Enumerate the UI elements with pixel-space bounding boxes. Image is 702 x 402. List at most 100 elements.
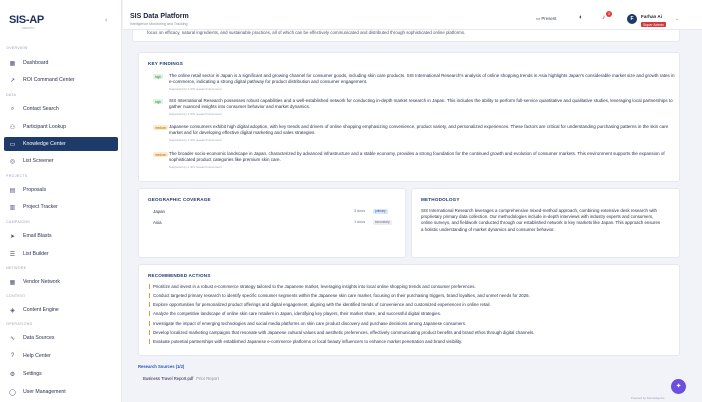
action-text: Evaluate potential partnerships with est… xyxy=(153,339,463,344)
sidebar-item-contact-search[interactable]: ⌕ Contact Search xyxy=(4,102,118,116)
sidebar-item-label: List Builder xyxy=(23,251,49,257)
recommended-heading: RECOMMENDED ACTIONS xyxy=(148,273,211,278)
section-network: NETWORK xyxy=(6,266,27,270)
sidebar-item-label: Email Blasts xyxy=(23,233,52,239)
tag-icon: ◈ xyxy=(10,307,15,314)
trend-icon: ↗ xyxy=(9,77,16,84)
action-text: Conduct targeted primary research to ide… xyxy=(153,293,530,298)
source-row[interactable]: Business Travel Report.pdf Prior Report xyxy=(143,376,219,381)
action-marker xyxy=(149,311,150,316)
dashboard-icon: ▦ xyxy=(9,60,16,67)
action-item: Analyze the competitive landscape of onl… xyxy=(149,311,673,316)
notification-bell-icon[interactable]: ♪ xyxy=(602,14,606,21)
geo-tag: secondary xyxy=(373,219,392,225)
sidebar-item-roi[interactable]: ↗ ROI Command Center xyxy=(4,73,118,87)
sidebar-item-content-engine[interactable]: ◈ Content Engine xyxy=(4,303,118,317)
action-text: Investigate the impact of emerging techn… xyxy=(153,321,467,326)
methodology-heading: METHODOLOGY xyxy=(421,197,460,202)
sidebar-item-list-builder[interactable]: ☰ List Builder xyxy=(4,247,118,261)
sidebar-item-label: Vendor Network xyxy=(23,279,60,285)
action-item: Develop localized marketing campaigns th… xyxy=(149,330,673,335)
document-icon: ▤ xyxy=(9,187,16,194)
geographic-coverage-card: GEOGRAPHIC COVERAGE Japan 3 docs primary… xyxy=(138,188,406,258)
sidebar-item-label: Help Center xyxy=(23,353,51,359)
sidebar-item-data-sources[interactable]: ∿ Data Sources xyxy=(4,331,118,345)
send-icon: ➤ xyxy=(9,233,16,240)
chat-icon[interactable]: ✦ xyxy=(671,379,686,394)
geo-tag: primary xyxy=(373,208,388,214)
sidebar-item-label: User Management xyxy=(23,389,66,395)
user-name[interactable]: Farhan Ai xyxy=(641,14,662,19)
sidebar-item-dashboard[interactable]: ▦ Dashboard xyxy=(4,56,118,70)
sidebar-item-participant-lookup[interactable]: ⚇ Participant Lookup xyxy=(4,120,118,134)
filter-icon: ◎ xyxy=(9,158,16,165)
action-text: Prioritize and invest in a robust e-comm… xyxy=(153,284,476,289)
sidebar-item-label: Settings xyxy=(23,371,42,377)
section-overview: OVERVIEW xyxy=(6,46,28,50)
action-item: Evaluate potential partnerships with est… xyxy=(149,339,673,344)
action-text: Explore opportunities for personalized p… xyxy=(153,302,491,307)
chevron-down-icon[interactable]: ⌄ xyxy=(675,16,679,22)
geo-name: Japan xyxy=(153,209,165,214)
collapse-sidebar-icon[interactable]: ‹ xyxy=(105,17,107,24)
key-findings-card: KEY FINDINGS high The online retail sect… xyxy=(138,52,680,182)
user-icon: ◯ xyxy=(9,389,16,396)
sidebar-item-list-screener[interactable]: ◎ List Screener xyxy=(4,154,118,168)
sidebar-item-knowledge-center[interactable]: ▭ Knowledge Center xyxy=(4,137,118,151)
action-text: Analyze the competitive landscape of onl… xyxy=(153,311,441,316)
finding-text: Japanese consumers exhibit high digital … xyxy=(169,124,669,136)
action-marker xyxy=(149,321,150,326)
building-icon: ▦ xyxy=(9,279,16,286)
sidebar-item-label: Proposals xyxy=(23,187,47,193)
geo-row: Japan 3 docs primary xyxy=(153,208,398,218)
recommended-actions-card: RECOMMENDED ACTIONS Prioritize and inves… xyxy=(138,264,680,356)
action-item: Prioritize and invest in a robust e-comm… xyxy=(149,284,673,289)
list-icon: ☰ xyxy=(9,251,16,258)
sidebar-item-label: Content Engine xyxy=(23,307,59,313)
action-marker xyxy=(149,302,150,307)
sidebar-item-label: ROI Command Center xyxy=(23,77,75,83)
sidebar-item-label: Knowledge Center xyxy=(23,141,66,147)
sidebar-item-label: Data Sources xyxy=(23,335,55,341)
present-button[interactable]: ▭ Present xyxy=(536,16,557,22)
section-campaigns: CAMPAIGNS xyxy=(6,220,30,224)
research-sources-heading[interactable]: Research Sources (1/2) xyxy=(138,364,184,369)
sidebar-item-help-center[interactable]: ? Help Center xyxy=(4,349,118,363)
priority-badge: high xyxy=(153,74,164,79)
sidebar-item-project-tracker[interactable]: ▥ Project Tracker xyxy=(4,200,118,214)
page-title: SIS Data Platform xyxy=(130,13,189,20)
help-icon: ? xyxy=(10,353,15,359)
finding-item: high The online retail sector in Japan i… xyxy=(153,73,675,97)
section-projects: PROJECTS xyxy=(6,174,28,178)
geo-row: Asia 1 docs secondary xyxy=(153,219,398,229)
action-marker xyxy=(149,339,150,344)
action-item: Investigate the impact of emerging techn… xyxy=(149,321,673,326)
sidebar-item-label: Participant Lookup xyxy=(23,124,66,130)
finding-item: high SIS International Research possesse… xyxy=(153,98,675,122)
sidebar-item-proposals[interactable]: ▤ Proposals xyxy=(4,183,118,197)
sidebar-item-email-blasts[interactable]: ➤ Email Blasts xyxy=(4,229,118,243)
sidebar-item-settings[interactable]: ⚙ Settings xyxy=(4,367,118,381)
logo[interactable]: SIS-AP xyxy=(9,14,44,26)
action-marker xyxy=(149,284,150,289)
users-icon: ⚇ xyxy=(9,124,16,131)
action-item: Explore opportunities for personalized p… xyxy=(149,302,673,307)
section-data: DATA xyxy=(6,93,17,97)
priority-badge: medium xyxy=(153,125,169,130)
sidebar-item-user-management[interactable]: ◯ User Management xyxy=(4,385,118,399)
summary-text: focus on efficacy, natural ingredients, … xyxy=(147,30,466,35)
sidebar-item-vendor-network[interactable]: ▦ Vendor Network xyxy=(4,275,118,289)
theme-toggle-icon[interactable]: ◐ xyxy=(579,14,583,21)
book-icon: ▭ xyxy=(9,141,16,148)
avatar[interactable]: F xyxy=(627,14,637,24)
sidebar-item-label: List Screener xyxy=(23,158,54,164)
methodology-card: METHODOLOGY SIS International Research l… xyxy=(411,188,680,258)
geographic-heading: GEOGRAPHIC COVERAGE xyxy=(148,197,211,202)
finding-source: Supported by 1 SIS research document xyxy=(169,165,222,169)
action-marker xyxy=(149,330,150,335)
section-content: CONTENT xyxy=(6,294,26,298)
source-title: Business Travel Report.pdf xyxy=(143,376,194,381)
priority-badge: medium xyxy=(153,152,169,157)
clipboard-icon: ▥ xyxy=(9,204,16,211)
action-item: Conduct targeted primary research to ide… xyxy=(149,293,673,298)
